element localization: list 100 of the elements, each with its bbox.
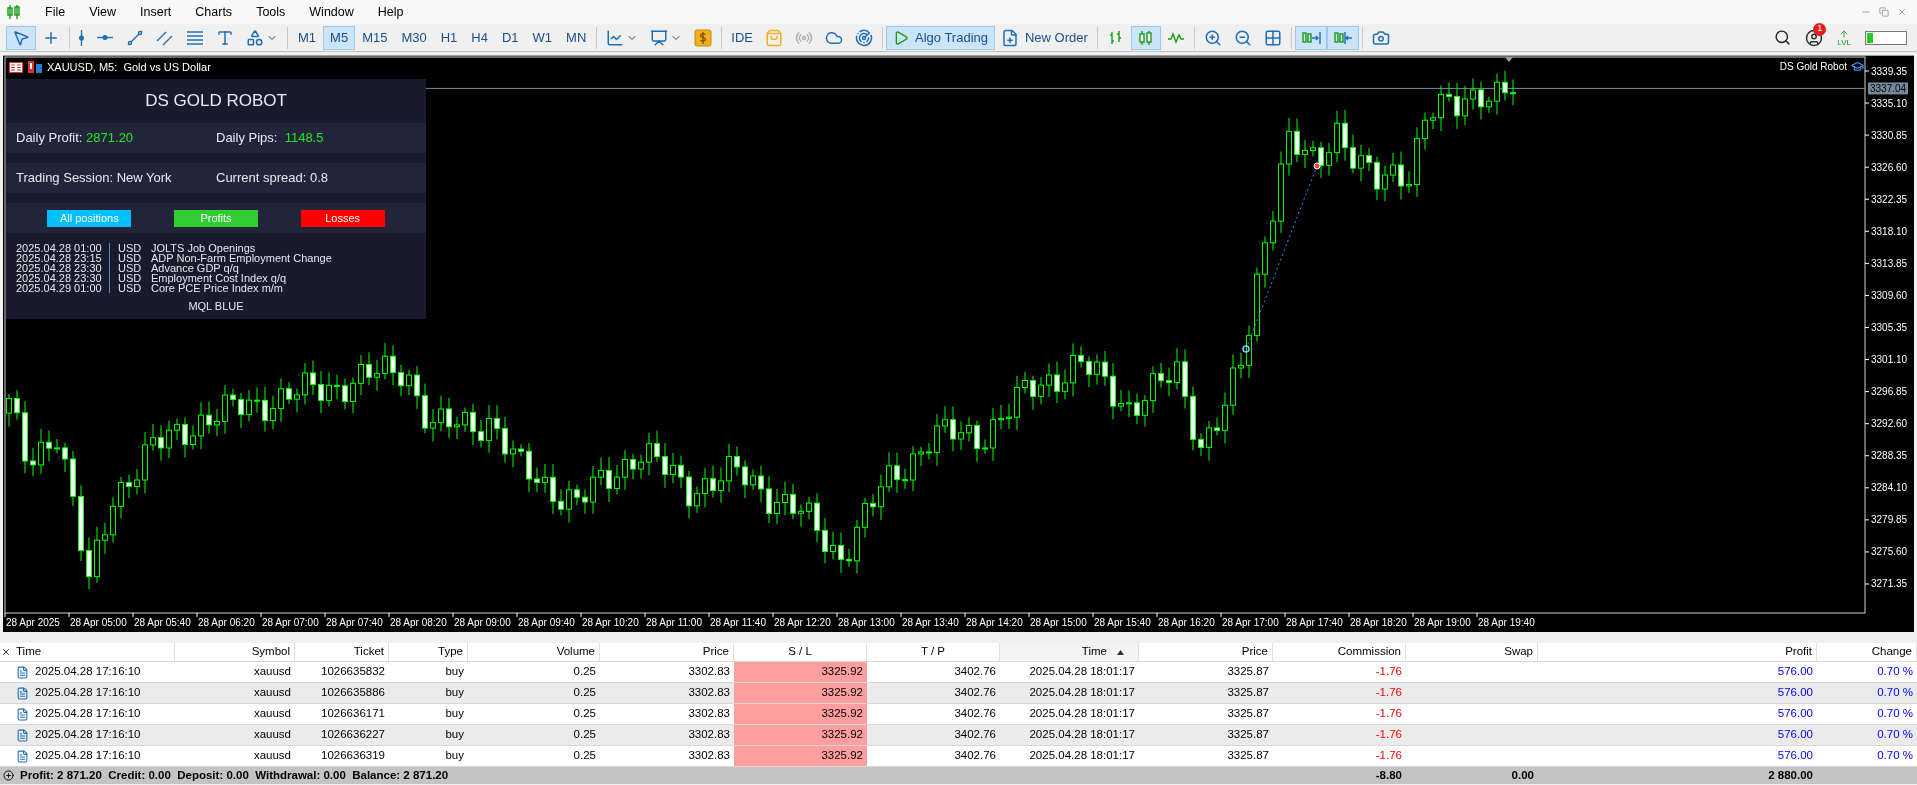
table-cell-text: 2025.04.28 18:01:17 [1029,685,1135,701]
chart-title: XAUUSD, M5: Gold vs US Dollar [47,60,211,75]
column-header[interactable]: Time [12,643,175,661]
column-header[interactable]: Profit [1538,643,1817,661]
time-label: 28 Apr 13:00 [836,612,895,628]
table-cell-text: 2025.04.28 18:01:17 [1029,664,1135,680]
timeframe-tab[interactable]: H4 [464,25,495,50]
timeframe-tab[interactable]: MN [559,25,594,50]
table-cell-text: buy [445,727,464,743]
table-cell-text: -1.76 [1375,727,1402,743]
timeframe-tab[interactable]: M1 [291,25,324,50]
panel-title: DS GOLD ROBOT [145,90,287,113]
menu-item[interactable]: Help [366,2,415,22]
table-cell-text: 3325.92 [821,727,863,743]
time-label: 28 Apr 14:20 [964,612,1023,628]
table-cell-text: 0.25 [573,748,596,764]
column-header[interactable]: Commission [1273,643,1406,661]
table-cell-text: 0.25 [573,706,596,722]
table-cell-text: buy [445,664,464,680]
time-label: 28 Apr 15:00 [1028,612,1087,628]
table-cell-text: 3302.83 [688,685,730,701]
table-cell-text: 0.25 [573,685,596,701]
menu-item[interactable]: Tools [245,2,297,22]
news-currency: USD [109,243,151,253]
level-label: LVL [1837,38,1851,47]
table-cell-text: 1026635886 [321,685,385,701]
table-cell-text: 3325.87 [1227,706,1269,722]
time-label: 28 Apr 09:00 [452,612,511,628]
table-cell-text: 2025.04.28 17:16:10 [35,748,141,764]
news-event: ADP Non-Farm Employment Change [151,253,332,263]
ide-button[interactable]: IDE [725,25,759,50]
news-currency: USD [109,283,151,293]
timeframe-tab[interactable]: M15 [355,25,395,50]
daily-profit: Daily Profit: 2871.20 [15,129,135,148]
time-label: 28 Apr 18:20 [1348,612,1407,628]
table-cell-text: 0.70 % [1877,706,1913,722]
price-label: 3301.10 [1864,354,1908,366]
new-order-button[interactable]: New Order [995,25,1094,50]
news-event: Core PCE Price Index m/m [151,283,284,293]
news-time: 2025.04.28 23:15 [16,253,103,263]
timeframe-tab[interactable]: M30 [394,25,434,50]
time-label: 28 Apr 19:40 [1476,612,1535,628]
news-time: 2025.04.29 01:00 [16,283,103,293]
column-header[interactable]: Symbol [175,643,295,661]
menu-item[interactable]: Insert [129,2,183,22]
timeframe-tab[interactable]: H1 [433,25,465,50]
column-header[interactable]: Swap [1406,643,1538,661]
table-cell-text: 576.00 [1777,664,1813,680]
time-label: 28 Apr 11:40 [708,612,766,628]
table-cell-text: 3302.83 [688,727,730,743]
time-label: 28 Apr 13:40 [900,612,959,628]
column-header[interactable]: Volume [468,643,600,661]
time-label: 28 Apr 16:20 [1156,612,1215,628]
panel-footer: MQL BLUE [188,297,244,315]
news-event: JOLTS Job Openings [151,243,256,253]
column-header[interactable]: Price [1139,643,1273,661]
table-cell-text: xauusd [253,706,291,722]
table-cell-text: 2025.04.28 18:01:17 [1029,706,1135,722]
price-label: 3288.35 [1864,450,1908,462]
menu-item[interactable]: Window [298,2,365,22]
price-label: 3322.35 [1864,193,1908,205]
table-cell-text: 0.25 [573,727,596,743]
filter-button[interactable]: Losses [300,209,385,227]
table-cell-text: 3302.83 [688,748,730,764]
algo-trading-button[interactable]: Algo Trading [886,25,995,50]
menu-item[interactable]: Charts [184,2,244,22]
menu-item[interactable]: File [34,2,77,22]
table-cell-text: 1026636319 [321,748,385,764]
table-cell-text: 3402.76 [954,685,996,701]
table-cell-text: 0.70 % [1877,685,1913,701]
table-cell-text: 2025.04.28 17:16:10 [35,664,141,680]
price-label: 3284.10 [1864,482,1908,494]
column-header[interactable]: Change [1817,643,1917,661]
news-currency: USD [109,263,151,273]
menu-item[interactable]: View [78,2,128,22]
news-time: 2025.04.28 01:00 [16,243,103,253]
time-label: 28 Apr 11:00 [644,612,702,628]
table-cell-text: 2025.04.28 18:01:17 [1029,727,1135,743]
time-label: 28 Apr 05:00 [68,612,127,628]
expert-name: DS Gold Robot [1779,60,1847,74]
swap-total: 0.00 [1511,768,1534,783]
news-event: Advance GDP q/q [151,263,239,273]
price-label: 3279.85 [1864,514,1908,526]
column-header[interactable]: Time [1000,643,1139,661]
column-header[interactable]: Price [600,643,734,661]
timeframe-tab[interactable]: W1 [525,25,560,50]
price-label: 3271.35 [1864,578,1908,590]
table-cell-text: 3325.87 [1227,727,1269,743]
table-cell-text: 576.00 [1777,685,1813,701]
table-cell-text: 1026635832 [321,664,385,680]
table-cell-text: -1.76 [1375,706,1402,722]
table-cell-text: 3325.87 [1227,748,1269,764]
column-header[interactable]: Type [389,643,468,661]
trading-session: Trading Session: New York [15,169,173,188]
timeframe-tab[interactable]: M5 [323,25,356,50]
column-header[interactable]: S / L [734,643,867,661]
timeframe-tab[interactable]: D1 [494,25,526,50]
table-cell-text: 0.70 % [1877,748,1913,764]
column-header[interactable]: Ticket [295,643,389,661]
table-cell-text: xauusd [253,748,291,764]
